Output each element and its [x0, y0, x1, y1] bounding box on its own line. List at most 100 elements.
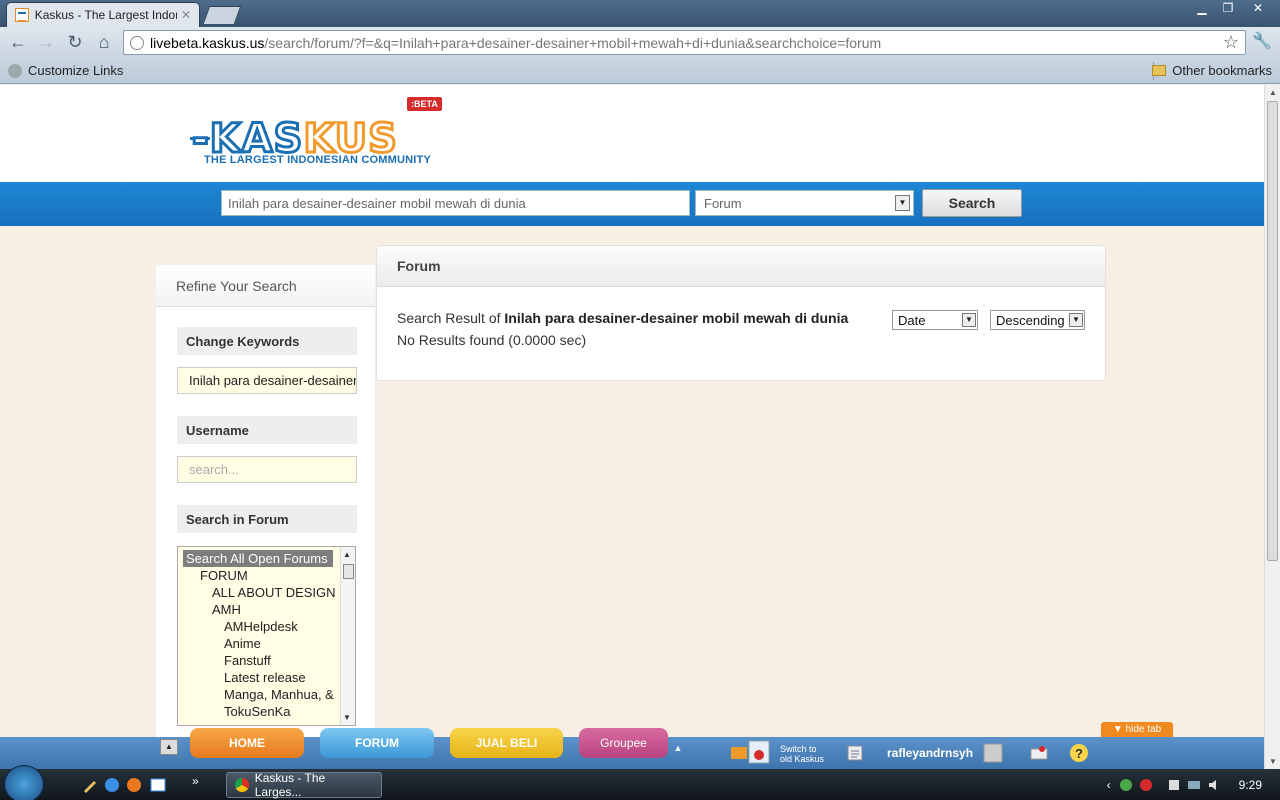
- tray-antivirus-icon[interactable]: [1139, 778, 1153, 792]
- chrome-icon: [235, 778, 249, 792]
- forum-list-item[interactable]: Anime: [178, 635, 355, 652]
- page-scrollbar[interactable]: ▲ ▼: [1264, 85, 1280, 769]
- start-button[interactable]: [4, 765, 44, 800]
- chevron-right-icon[interactable]: »: [192, 774, 208, 790]
- sort-by-value: Date: [898, 313, 926, 328]
- kaskus-bottom-bar: ▲ HOME FORUM JUAL BELI Groupee ▲ Switch …: [0, 728, 1264, 769]
- search-scope-select[interactable]: Forum ▼: [695, 190, 914, 216]
- notes-icon[interactable]: [845, 743, 865, 763]
- other-bookmarks-label: Other bookmarks: [1172, 63, 1272, 78]
- url-path: /search/forum/?f=&q=Inilah+para+desainer…: [264, 34, 882, 51]
- browser-toolbar: ← → ↻ ⌂ livebeta.kaskus.us /search/forum…: [0, 27, 1280, 58]
- app-window-icon[interactable]: [150, 777, 166, 793]
- scroll-up-icon[interactable]: ▲: [1269, 88, 1277, 97]
- folder-icon: [1152, 65, 1167, 76]
- tab-title: Kaskus - The Largest Indon: [34, 8, 177, 22]
- sort-by-select[interactable]: Date ▼: [892, 310, 978, 330]
- forum-list-item[interactable]: Fanstuff: [178, 652, 355, 669]
- chevron-down-icon[interactable]: ▼: [895, 195, 910, 211]
- collapse-up-icon[interactable]: ▲: [160, 739, 178, 755]
- task-label: Kaskus - The Larges...: [254, 771, 326, 799]
- reload-icon[interactable]: ↻: [63, 31, 87, 55]
- forum-list-item[interactable]: Manga, Manhua, &: [178, 686, 355, 703]
- restore-icon[interactable]: ❐: [1216, 0, 1240, 18]
- forum-list-item[interactable]: FORUM: [178, 567, 355, 584]
- scroll-down-icon[interactable]: ▼: [1269, 757, 1277, 766]
- page-scroll-thumb[interactable]: [1267, 101, 1278, 561]
- result-prefix: Search Result of: [397, 310, 505, 326]
- globe-icon: [130, 35, 144, 50]
- avatar[interactable]: [983, 743, 1003, 763]
- tab-forum[interactable]: FORUM: [320, 728, 434, 758]
- sort-order-select[interactable]: Descending ▼: [990, 310, 1085, 330]
- sidebar-title: Refine Your Search: [156, 265, 375, 307]
- tab-jual-beli[interactable]: JUAL BELI: [450, 728, 563, 758]
- inbox-icon[interactable]: [1029, 743, 1049, 763]
- minimize-icon[interactable]: ▁: [1190, 0, 1214, 18]
- scroll-down-icon[interactable]: ▼: [343, 713, 351, 722]
- bookmark-icon: [8, 63, 22, 78]
- chevron-up-icon[interactable]: ▲: [669, 739, 687, 757]
- browser-tab[interactable]: Kaskus - The Largest Indon ✕: [6, 2, 200, 27]
- forward-arrow-icon[interactable]: →: [34, 31, 58, 55]
- kaskus-logo[interactable]: -KASKUS THE LARGEST INDONESIAN COMMUNITY…: [190, 97, 442, 177]
- tray-expand-icon[interactable]: ‹: [1107, 778, 1111, 792]
- result-summary: Search Result of Inilah para desainer-de…: [397, 310, 848, 326]
- new-tab-button[interactable]: [202, 6, 242, 24]
- search-input[interactable]: Inilah para desainer-desainer mobil mewa…: [221, 190, 690, 216]
- ie-icon[interactable]: [104, 777, 120, 793]
- chevron-down-icon[interactable]: ▼: [962, 313, 976, 327]
- bookmarks-bar: Customize Links Other bookmarks: [0, 58, 1280, 84]
- beta-badge: :BETA: [407, 97, 442, 111]
- bookmark-star-icon[interactable]: ☆: [1223, 32, 1239, 53]
- close-window-icon[interactable]: ✕: [1242, 0, 1274, 18]
- results-panel: Forum Search Result of Inilah para desai…: [376, 245, 1106, 381]
- browser-titlebar: Kaskus - The Largest Indon ✕ ▁ ❐ ✕: [0, 0, 1280, 27]
- tray-monitor-icon[interactable]: [1187, 778, 1201, 792]
- search-button[interactable]: Search: [922, 189, 1022, 217]
- hide-tab-button[interactable]: ▼ hide tab: [1101, 722, 1173, 738]
- forum-list-item[interactable]: Latest release: [178, 669, 355, 686]
- wrench-icon[interactable]: 🔧: [1252, 31, 1272, 51]
- forum-list-scrollbar[interactable]: ▲ ▼: [340, 547, 355, 725]
- quicklaunch-pen-icon[interactable]: [82, 777, 98, 793]
- sort-order-value: Descending: [996, 313, 1065, 328]
- scroll-up-icon[interactable]: ▲: [343, 550, 351, 559]
- username-link[interactable]: rafleyandrnsyh: [887, 746, 973, 760]
- tab-home[interactable]: HOME: [190, 728, 304, 758]
- tray-volume-icon[interactable]: [1207, 778, 1221, 792]
- forum-list-item[interactable]: AMHelpdesk: [178, 618, 355, 635]
- switch-kaskus-icon[interactable]: [729, 737, 775, 767]
- logo-tagline: THE LARGEST INDONESIAN COMMUNITY: [204, 154, 432, 166]
- forum-list-item[interactable]: TokuSenKa: [178, 703, 355, 720]
- taskbar-chrome-window[interactable]: Kaskus - The Larges...: [226, 771, 382, 799]
- help-icon[interactable]: ?: [1069, 743, 1089, 763]
- system-tray: ‹ 9:29: [1107, 769, 1280, 800]
- keywords-field[interactable]: Inilah para desainer-desainer: [177, 367, 357, 394]
- scroll-thumb[interactable]: [343, 564, 354, 579]
- url-host: livebeta.kaskus.us: [150, 34, 265, 51]
- switch-line-2: old Kaskus: [780, 754, 825, 764]
- forum-list-item[interactable]: Search All Open Forums: [183, 550, 333, 567]
- home-icon[interactable]: ⌂: [92, 31, 116, 55]
- forum-list-item[interactable]: ALL ABOUT DESIGN: [178, 584, 355, 601]
- bookmark-customize-links[interactable]: Customize Links: [8, 63, 123, 78]
- tab-groupee[interactable]: Groupee: [579, 728, 668, 758]
- chevron-down-icon[interactable]: ▼: [1069, 313, 1083, 327]
- other-bookmarks[interactable]: Other bookmarks: [1152, 63, 1272, 78]
- back-arrow-icon[interactable]: ←: [6, 31, 30, 55]
- top-search-bar: Inilah para desainer-desainer mobil mewa…: [0, 182, 1264, 226]
- tray-device-icon[interactable]: [1167, 778, 1181, 792]
- switch-to-old-kaskus[interactable]: Switch to old Kaskus: [780, 744, 824, 764]
- forum-list-item[interactable]: AMH: [178, 601, 355, 618]
- firefox-icon[interactable]: [126, 777, 142, 793]
- username-field[interactable]: search...: [177, 456, 357, 483]
- switch-line-1: Switch to: [780, 744, 817, 754]
- tab-close-icon[interactable]: ✕: [181, 8, 191, 22]
- address-bar[interactable]: livebeta.kaskus.us /search/forum/?f=&q=I…: [123, 30, 1246, 55]
- forum-multiselect[interactable]: Search All Open Forums FORUM ALL ABOUT DES…: [177, 546, 356, 726]
- panel-title: Forum: [377, 246, 1105, 287]
- page-viewport: -KASKUS THE LARGEST INDONESIAN COMMUNITY…: [0, 85, 1264, 737]
- tray-network-icon[interactable]: [1119, 778, 1133, 792]
- windows-taskbar: » Kaskus - The Larges... ‹ 9:29: [0, 765, 1280, 800]
